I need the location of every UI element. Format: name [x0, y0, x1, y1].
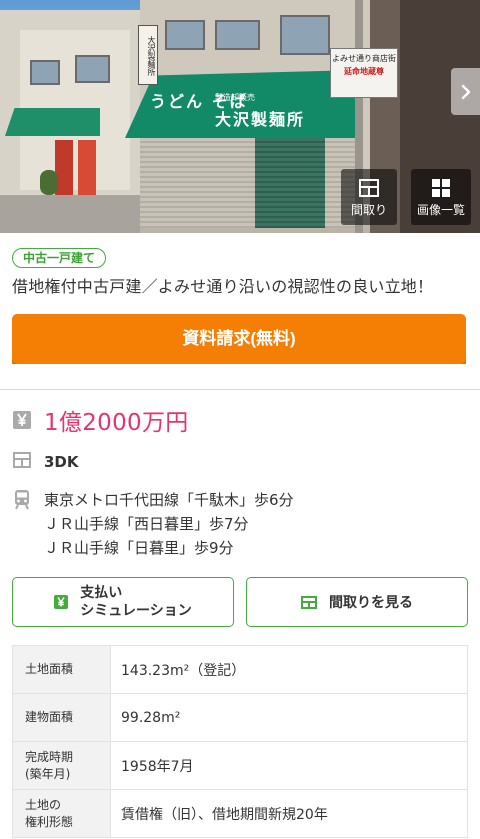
grid-icon [432, 179, 450, 197]
access-line: 東京メトロ千代田線「千駄木」歩6分 [44, 491, 294, 509]
photo-awning-shopname: 大沢製麺所 [215, 110, 306, 129]
floor-plan-icon [359, 179, 379, 197]
train-icon [12, 490, 32, 510]
spec-label-line: (築年月) [25, 766, 71, 781]
access-row: 東京メトロ千代田線「千駄木」歩6分 ＪＲ山手線「西日暮里」歩7分 ＪＲ山手線「日… [12, 488, 468, 560]
image-list-button[interactable]: 画像一覧 [411, 169, 471, 225]
spec-value: 143.23m²（登記） [121, 662, 246, 679]
property-headline: 借地権付中古戸建／よみせ通り沿いの視認性の良い立地！ [12, 277, 434, 296]
spec-label: 土地面積 [13, 646, 111, 693]
photo-window [280, 15, 330, 55]
access-line: ＪＲ山手線「西日暮里」歩7分 [44, 515, 249, 533]
photo-window [215, 20, 260, 50]
yen-icon [12, 410, 32, 430]
payment-simulation-label: 支払い シミュレーション [80, 584, 191, 620]
view-floor-plan-label: 間取りを見る [329, 595, 413, 611]
payment-simulation-button[interactable]: 支払い シミュレーション [12, 577, 234, 627]
price-row: 1億2000万円 [12, 410, 468, 440]
photo-vending-machine [78, 140, 96, 195]
spec-value: 賃借権（旧）、借地期間新規20年 [121, 806, 328, 823]
property-header: 中古一戸建て 借地権付中古戸建／よみせ通り沿いの視認性の良い立地！ 資料請求(無… [0, 233, 480, 389]
photo-road [0, 195, 140, 233]
photo-vertical-sign: 大沢製麺所 [138, 25, 158, 85]
photo-window [30, 60, 60, 85]
photo-shutter-green [255, 138, 325, 228]
spec-label: 建物面積 [13, 694, 111, 741]
property-photo-gallery[interactable]: うどん そば 製造卸販売 大沢製麺所 大沢製麺所 よみせ通り商店街 延命地蔵尊 … [0, 0, 480, 233]
photo-street-sign-title: よみせ通り商店街 [332, 54, 396, 63]
photo-awning-left [5, 108, 100, 136]
spec-label-line: 土地の [25, 797, 62, 812]
layout-value: 3DK [44, 453, 79, 471]
photo-street-sign-red: 延命地蔵尊 [344, 66, 384, 76]
access-list: 東京メトロ千代田線「千駄木」歩6分 ＪＲ山手線「西日暮里」歩7分 ＪＲ山手線「日… [44, 488, 294, 560]
access-line: ＪＲ山手線「日暮里」歩9分 [44, 539, 234, 557]
photo-window [165, 20, 205, 50]
property-summary: 1億2000万円 3DK 東京メトロ千代田線「千駄木」歩6分 ＪＲ山手線「西日暮… [0, 390, 480, 627]
price-value: 1億2000万円 [44, 410, 189, 436]
floor-plan-icon [12, 450, 32, 470]
table-row: 土地面積 143.23m²（登記） [13, 646, 467, 694]
payment-simulation-label-2: シミュレーション [80, 603, 192, 619]
next-photo-button[interactable] [451, 68, 480, 115]
photo-window [75, 55, 110, 83]
photo-street-sign: よみせ通り商店街 延命地蔵尊 [330, 48, 398, 98]
spec-label-line: 完成時期 [25, 749, 74, 764]
floor-plan-photo-button[interactable]: 間取り [341, 169, 397, 225]
payment-simulation-label-1: 支払い [80, 585, 123, 601]
floor-plan-icon [301, 595, 317, 609]
spec-label-line: 権利形態 [25, 814, 74, 829]
action-buttons: 支払い シミュレーション 間取りを見る [12, 577, 468, 627]
yen-icon [54, 595, 69, 609]
spec-label: 土地の 権利形態 [13, 790, 111, 837]
photo-plant [40, 170, 58, 195]
spec-value: 99.28m² [121, 709, 181, 726]
view-floor-plan-button[interactable]: 間取りを見る [246, 577, 468, 627]
photo-awning-subtext: 製造卸販売 [215, 93, 255, 102]
floor-plan-photo-label: 間取り [350, 203, 387, 217]
header-spacer [12, 364, 468, 389]
layout-row: 3DK [12, 450, 468, 474]
table-row: 土地の 権利形態 賃借権（旧）、借地期間新規20年 [13, 790, 467, 838]
spec-value: 1958年7月 [121, 758, 194, 775]
image-list-label: 画像一覧 [416, 203, 465, 217]
property-type-tag: 中古一戸建て [12, 248, 107, 268]
spec-label: 完成時期 (築年月) [13, 742, 111, 789]
request-info-button[interactable]: 資料請求(無料) [12, 314, 466, 364]
spec-table: 土地面積 143.23m²（登記） 建物面積 99.28m² 完成時期 (築年月… [12, 645, 468, 838]
chevron-right-icon [461, 84, 470, 99]
table-row: 完成時期 (築年月) 1958年7月 [13, 742, 467, 790]
table-row: 建物面積 99.28m² [13, 694, 467, 742]
